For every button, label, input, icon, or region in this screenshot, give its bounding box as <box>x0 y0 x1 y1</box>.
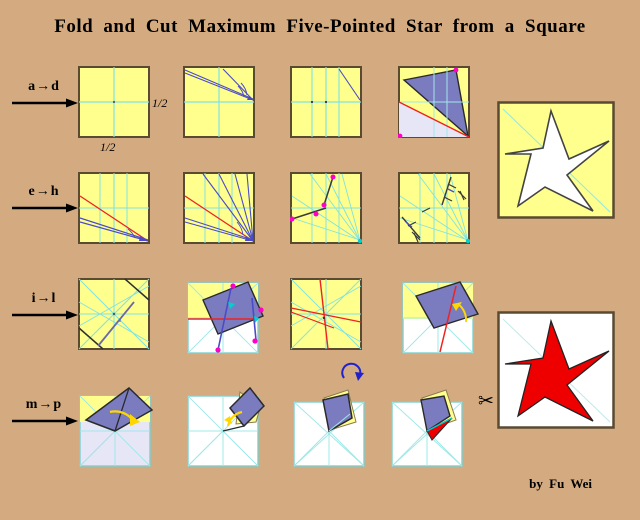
row-label-text: i→l <box>31 291 57 306</box>
result-panel-outline-star <box>497 101 615 219</box>
arrow-icon <box>8 414 80 432</box>
arrow-icon <box>8 96 80 114</box>
step-panel-o <box>290 378 382 470</box>
arrow-icon <box>8 308 80 326</box>
step-panel-k <box>290 278 362 350</box>
step-panel-i <box>78 278 150 350</box>
step-panel-l <box>398 278 482 362</box>
step-panel-h <box>398 172 470 244</box>
rotate-arrow-icon <box>340 362 366 384</box>
page-title: Fold and Cut Maximum Five-Pointed Star f… <box>54 16 586 37</box>
dimension-label-bottom: 1/2 <box>100 140 116 154</box>
row-label-a-d: a→d <box>8 80 80 114</box>
step-panel-e <box>78 172 150 244</box>
step-panel-g <box>290 172 362 244</box>
row-label-m-p: m→p <box>8 398 80 432</box>
scissors-icon: ✂ <box>478 391 494 412</box>
row-label-i-l: i→l <box>8 292 80 326</box>
result-panel-filled-star <box>497 311 615 429</box>
step-panel-f <box>183 172 255 244</box>
step-panel-n <box>180 378 272 470</box>
row-label-text: e→h <box>28 184 60 199</box>
arrow-icon <box>8 201 80 219</box>
step-panel-j <box>183 278 267 362</box>
row-label-text: m→p <box>25 397 63 412</box>
dimension-label-right: 1/2 <box>152 96 168 110</box>
step-panel-b <box>183 66 255 138</box>
step-panel-p <box>388 378 480 470</box>
author-signature: by Fu Wei <box>529 476 592 491</box>
step-panel-c <box>290 66 362 138</box>
step-panel-m <box>72 378 164 470</box>
row-label-e-h: e→h <box>8 185 80 219</box>
step-panel-d <box>398 66 470 138</box>
row-label-text: a→d <box>28 79 60 94</box>
step-panel-a <box>78 66 150 138</box>
